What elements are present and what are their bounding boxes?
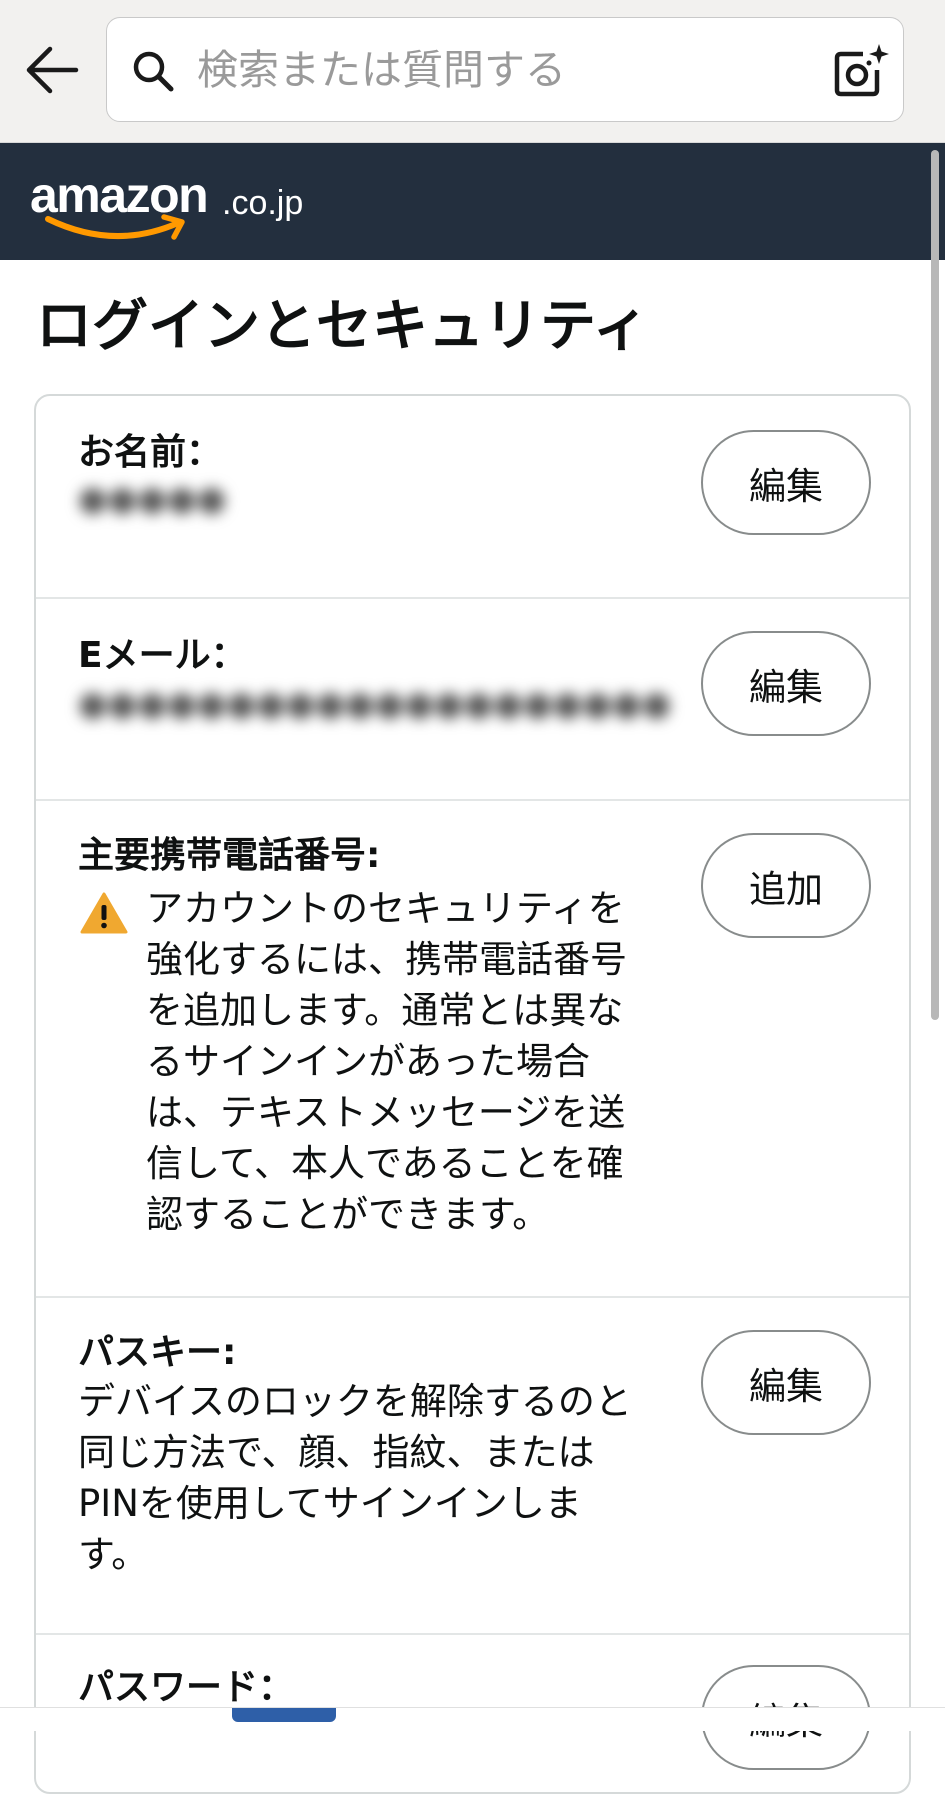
back-button[interactable] xyxy=(22,40,82,100)
back-arrow-icon xyxy=(26,46,79,94)
edit-name-button[interactable]: 編集 xyxy=(701,430,871,535)
edit-passkey-button[interactable]: 編集 xyxy=(701,1330,871,1435)
camera-sparkle-icon xyxy=(834,44,889,97)
warning-line: 強化するには、携帯電話番号 xyxy=(146,938,627,981)
browser-top-bar xyxy=(0,0,945,143)
logo-domain: .co.jp xyxy=(222,184,304,222)
warning-line: 認することができます。 xyxy=(146,1193,550,1236)
search-input[interactable] xyxy=(197,40,757,100)
description-line: す。 xyxy=(78,1533,149,1576)
scrollbar[interactable] xyxy=(931,150,939,1020)
name-label: お名前： xyxy=(78,432,223,473)
bottom-active-tab-indicator[interactable] xyxy=(232,1708,336,1722)
amazon-header: amazon .co.jp xyxy=(0,143,945,260)
warning-line: るサインインがあった場合 xyxy=(146,1040,590,1083)
bottom-toolbar xyxy=(0,1707,945,1731)
page-title: ログインとセキュリティ xyxy=(36,294,649,359)
password-label: パスワード： xyxy=(78,1667,295,1708)
warning-line: 信して、本人であることを確 xyxy=(146,1142,624,1185)
email-label: Eメール： xyxy=(78,635,247,676)
passkey-section: パスキー: デバイスのロックを解除するのと 同じ方法で、顔、指紋、または PIN… xyxy=(36,1298,909,1635)
passkey-description: デバイスのロックを解除するのと 同じ方法で、顔、指紋、または PINを使用してサ… xyxy=(78,1376,632,1580)
add-phone-button[interactable]: 追加 xyxy=(701,833,871,938)
search-bar[interactable] xyxy=(106,17,904,122)
warning-icon xyxy=(80,892,128,934)
settings-card: お名前： ●●●●● 編集 Eメール： ●●●●●●●●●●●●●●●●●●●●… xyxy=(34,394,911,1794)
amazon-smile-icon xyxy=(45,214,185,240)
description-line: PINを使用してサインインしま xyxy=(78,1482,582,1525)
warning-line: アカウントのセキュリティを xyxy=(146,887,625,930)
phone-warning-text: アカウントのセキュリティを 強化するには、携帯電話番号 を追加します。通常とは異… xyxy=(146,883,627,1240)
warning-line: は、テキストメッセージを送 xyxy=(146,1091,626,1134)
phone-label: 主要携帯電話番号: xyxy=(78,835,381,876)
amazon-logo[interactable]: amazon .co.jp xyxy=(30,167,330,247)
phone-section: 主要携帯電話番号: アカウントのセキュリティを 強化するには、携帯電話番号 を追… xyxy=(36,801,909,1298)
search-icon xyxy=(133,51,174,92)
email-section: Eメール： ●●●●●●●●●●●●●●●●●●●● 編集 xyxy=(36,599,909,801)
description-line: 同じ方法で、顔、指紋、または xyxy=(78,1431,595,1474)
description-line: デバイスのロックを解除するのと xyxy=(78,1380,632,1423)
camera-search-button[interactable] xyxy=(829,40,891,102)
name-value: ●●●●● xyxy=(78,479,227,519)
email-value: ●●●●●●●●●●●●●●●●●●●● xyxy=(78,684,672,724)
name-section: お名前： ●●●●● 編集 xyxy=(36,396,909,599)
passkey-label: パスキー: xyxy=(78,1332,237,1373)
warning-line: を追加します。通常とは異な xyxy=(146,989,624,1032)
edit-email-button[interactable]: 編集 xyxy=(701,631,871,736)
